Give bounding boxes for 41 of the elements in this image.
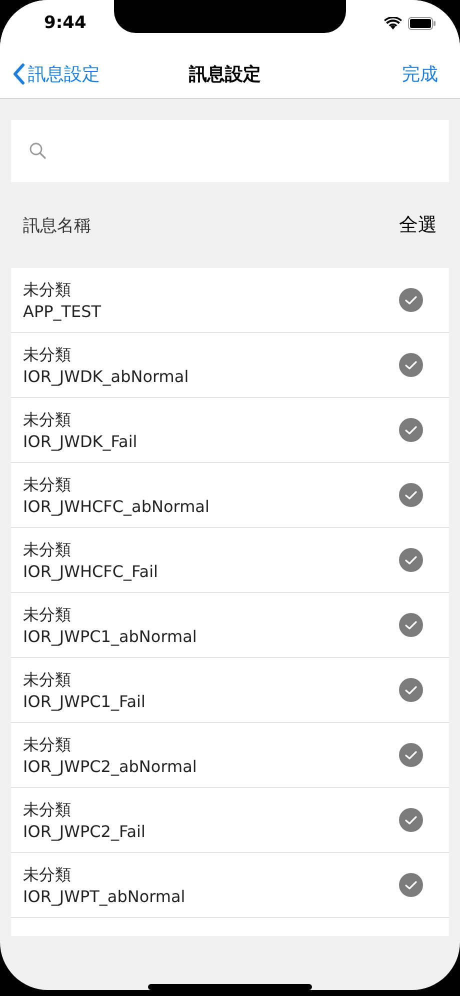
checked-circle-icon[interactable]	[399, 743, 423, 767]
nav-title: 訊息設定	[189, 63, 261, 86]
message-name: IOR_JWHCFC_Fail	[23, 562, 158, 580]
category-label: 未分類	[23, 670, 72, 690]
category-label: 未分類	[23, 280, 72, 300]
category-label: 未分類	[23, 864, 72, 886]
checked-circle-icon[interactable]	[399, 613, 423, 637]
category-label: 未分類	[23, 410, 72, 430]
status-time: 9:44	[44, 13, 86, 33]
message-name: IOR_JWDK_Fail	[23, 432, 138, 450]
message-name: IOR_JWHCFC_abNormal	[23, 496, 210, 516]
search-icon	[29, 142, 47, 160]
battery-icon	[408, 16, 436, 30]
checked-circle-icon[interactable]	[399, 288, 423, 312]
checked-circle-icon[interactable]	[399, 483, 423, 507]
message-name: IOR_JWPC2_Fail	[23, 822, 146, 840]
column-label: 訊息名稱	[23, 214, 91, 236]
category-label: 未分類	[23, 540, 72, 560]
checked-circle-icon[interactable]	[399, 418, 423, 442]
category-label: 未分類	[23, 734, 72, 756]
back-button[interactable]: 訊息設定	[12, 62, 100, 86]
category-label: 未分類	[23, 474, 72, 496]
checked-circle-icon[interactable]	[399, 678, 423, 702]
checked-circle-icon[interactable]	[399, 873, 423, 897]
checked-circle-icon[interactable]	[399, 808, 423, 832]
done-button[interactable]: 完成	[402, 62, 438, 86]
category-label: 未分類	[23, 344, 72, 366]
message-name: IOR_JWPC1_Fail	[23, 692, 146, 710]
category-label: 未分類	[23, 800, 72, 820]
search-field[interactable]	[11, 120, 449, 182]
checked-circle-icon[interactable]	[399, 353, 423, 377]
message-name: APP_TEST	[23, 302, 102, 320]
message-name: IOR_JWPT_abNormal	[23, 886, 186, 906]
select-all-button[interactable]: 全選	[399, 212, 437, 238]
message-name: IOR_JWDK_abNormal	[23, 366, 189, 386]
chevron-left-icon	[12, 63, 26, 85]
message-name: IOR_JWPC2_abNormal	[23, 756, 197, 776]
category-label: 未分類	[23, 604, 72, 626]
checked-circle-icon[interactable]	[399, 548, 423, 572]
message-name: IOR_JWPC1_abNormal	[23, 626, 197, 646]
wifi-icon	[384, 16, 402, 30]
